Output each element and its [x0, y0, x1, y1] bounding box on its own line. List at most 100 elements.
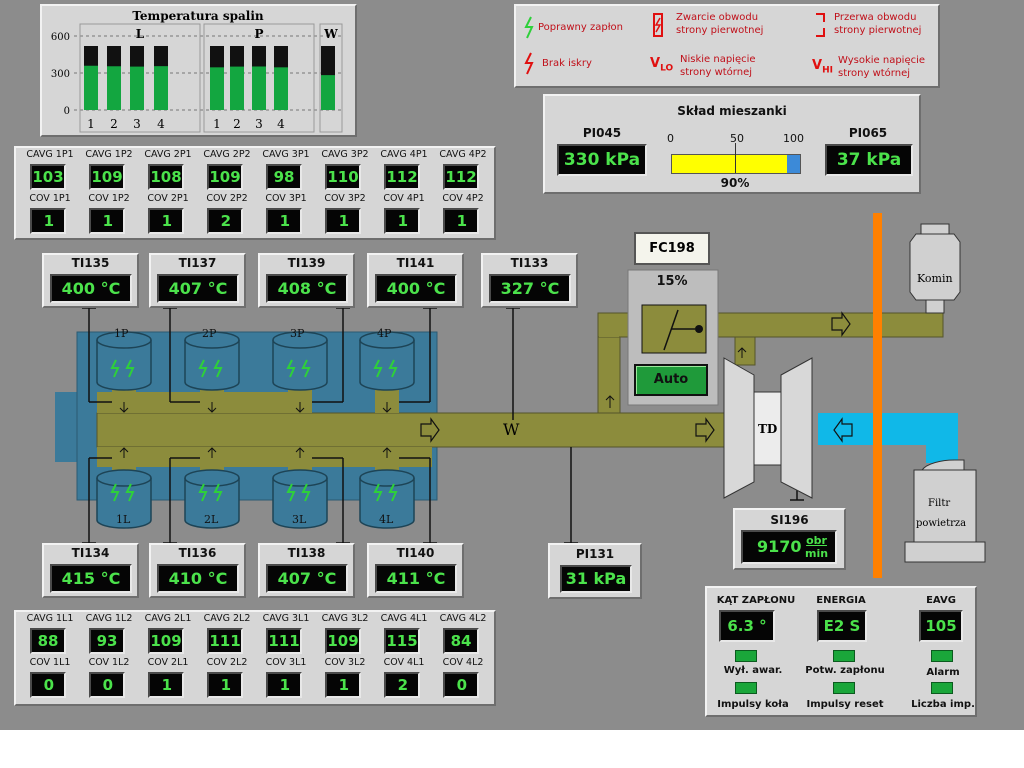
cov-value: 2	[384, 672, 420, 698]
kat-zaplonu-display: 6.3 °	[719, 610, 775, 642]
pi065-tag: PI065	[848, 126, 888, 140]
impulsy-reset-led	[833, 682, 855, 694]
cavg-l-table: CAVG 1L1 88 COV 1L1 0 CAVG 1L2 93 COV 1L2 0 CAVG…	[14, 610, 496, 706]
open-circuit-icon	[816, 13, 825, 37]
x-tick-label: 2	[233, 117, 241, 131]
cov-label: COV 4L1	[383, 657, 425, 668]
bar	[321, 75, 335, 110]
air-intake-duct-3	[926, 413, 958, 463]
pi131-panel: PI131 31 kPa	[548, 543, 642, 599]
cov-label: COV 3L1	[265, 657, 307, 668]
bar	[154, 66, 168, 110]
legend-niskie-napiecie: Niskie napięcie strony wtórnej	[680, 54, 756, 78]
cov-value: 1	[325, 208, 361, 234]
cylinder-label-top: 3P	[290, 327, 305, 340]
x-tick-label: 4	[277, 117, 285, 131]
cov-label: COV 3L2	[324, 657, 366, 668]
red-spark-icon	[524, 52, 534, 75]
x-tick-label: 4	[157, 117, 165, 131]
ti-panel-2: TI139 408 °C	[258, 253, 355, 308]
green-spark-icon	[524, 16, 534, 39]
cavg-value: 93	[89, 628, 125, 654]
x-tick-label: 2	[110, 117, 118, 131]
bypass-joint	[599, 314, 619, 337]
cov-label: COV 2P1	[147, 193, 189, 204]
ti-display: 400 °C	[50, 274, 132, 303]
si196-panel: SI196 9170 obr min	[733, 508, 846, 570]
cov-label: COV 2P2	[206, 193, 248, 204]
bar	[274, 67, 288, 110]
cavg-label: CAVG 4L2	[439, 613, 487, 624]
cov-value: 1	[325, 672, 361, 698]
ti-display: 407 °C	[266, 564, 348, 593]
cavg-value: 109	[148, 628, 184, 654]
pi045-display: 330 kPa	[557, 144, 647, 176]
cov-value: 1	[266, 672, 302, 698]
ti-panel-2: TI138 407 °C	[258, 543, 355, 598]
short-circuit-icon	[653, 13, 663, 37]
mixture-bar	[671, 143, 801, 174]
cavg-label: CAVG 1L2	[85, 613, 133, 624]
impulsy-kola-led	[735, 682, 757, 694]
cavg-value: 109	[325, 628, 361, 654]
cov-label: COV 1P1	[29, 193, 71, 204]
cavg-value: 108	[148, 164, 184, 190]
eavg-title: EAVG	[926, 595, 956, 606]
cov-value: 1	[148, 672, 184, 698]
cylinder-label-top: 1P	[114, 327, 129, 340]
ti-display: 410 °C	[157, 564, 239, 593]
cavg-value: 111	[266, 628, 302, 654]
stack-pipe	[873, 213, 882, 578]
mixture-percent: 90%	[720, 176, 750, 190]
wyl-awar-label: Wył. awar.	[723, 665, 783, 676]
x-tick-label: 3	[133, 117, 141, 131]
bar	[210, 67, 224, 110]
w-label: W	[503, 420, 520, 439]
air-filter-icon	[904, 459, 986, 563]
y-tick-label: 300	[51, 69, 70, 80]
cavg-label: CAVG 3P1	[262, 149, 310, 160]
eavg-display: 105	[919, 610, 963, 642]
chart-group-label: W	[323, 27, 338, 41]
alarm-led	[931, 650, 953, 662]
y-tick-label: 600	[51, 32, 70, 43]
pi131-display: 31 kPa	[560, 565, 632, 593]
fc198-output: 15%	[656, 274, 688, 289]
ti-tag: TI138	[287, 546, 326, 560]
bar	[252, 66, 266, 110]
engine-side-plate	[55, 392, 77, 462]
ti-panel-0: TI135 400 °C	[42, 253, 139, 308]
ti-tag: TI133	[510, 256, 549, 270]
auto-mode-button[interactable]: Auto	[634, 364, 708, 396]
ti-display: 415 °C	[50, 564, 132, 593]
ti-tag: TI135	[71, 256, 110, 270]
ti-tag: TI134	[71, 546, 110, 560]
cavg-label: CAVG 4P2	[439, 149, 487, 160]
cavg-label: CAVG 1P2	[85, 149, 133, 160]
ti-tag: TI139	[287, 256, 326, 270]
liczba-imp-label: Liczba imp.	[911, 699, 975, 710]
cavg-value: 115	[384, 628, 420, 654]
cavg-label: CAVG 3P2	[321, 149, 369, 160]
chart-title: Temperatura spalin	[132, 9, 264, 23]
powietrza-label: powietrza	[916, 518, 967, 529]
cavg-value: 109	[207, 164, 243, 190]
fc198-button[interactable]: FC198	[634, 232, 710, 265]
cavg-value: 88	[30, 628, 66, 654]
bar	[84, 65, 98, 110]
pi045-tag: PI045	[582, 126, 622, 140]
ti-display: 407 °C	[157, 274, 239, 303]
legend-poprawny-zaplon: Poprawny zapłon	[538, 22, 624, 33]
mixture-panel: Skład mieszanki PI045 330 kPa PI065 37 k…	[543, 94, 921, 194]
si196-unit: obr min	[805, 534, 829, 560]
cov-label: COV 4P2	[442, 193, 484, 204]
mixture-bar-midline	[735, 143, 736, 173]
cylinder-1l-top	[96, 469, 152, 487]
vhi-icon: VHI	[812, 58, 833, 76]
cylinder-label-top: 4P	[377, 327, 392, 340]
cov-value: 1	[266, 208, 302, 234]
cov-label: COV 1P2	[88, 193, 130, 204]
cov-label: COV 4L2	[442, 657, 484, 668]
ti-panel-0: TI134 415 °C	[42, 543, 139, 598]
impulsy-kola-label: Impulsy koła	[717, 699, 789, 710]
